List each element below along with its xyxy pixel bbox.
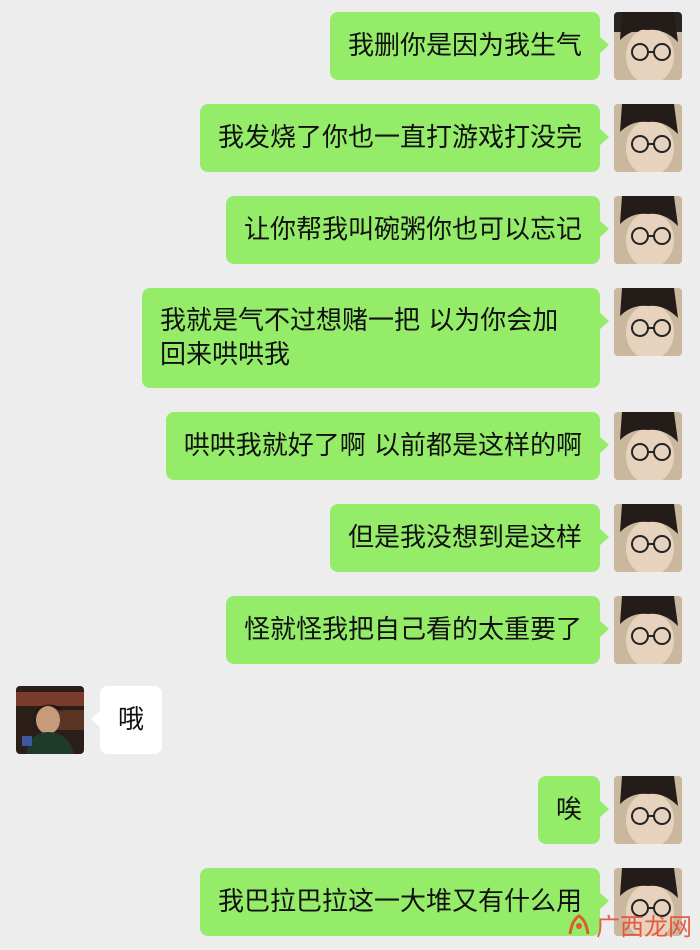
girl-avatar-icon	[614, 288, 682, 356]
message-row: 但是我没想到是这样	[0, 504, 700, 572]
girl-avatar-icon	[614, 504, 682, 572]
watermark-logo-icon	[568, 913, 590, 934]
message-row: 哦	[0, 686, 700, 754]
message-bubble-outgoing[interactable]: 怪就怪我把自己看的太重要了	[225, 596, 600, 664]
girl-avatar-icon	[614, 596, 682, 664]
girl-avatar[interactable]	[614, 412, 682, 480]
message-row: 哄哄我就好了啊 以前都是这样的啊	[0, 412, 700, 480]
bubble-tail	[599, 436, 609, 454]
bubble-tail	[599, 800, 609, 818]
girl-avatar-icon	[614, 196, 682, 264]
message-row: 怪就怪我把自己看的太重要了	[0, 596, 700, 664]
girl-avatar-icon	[614, 12, 682, 80]
message-bubble-outgoing[interactable]: 我删你是因为我生气	[329, 12, 600, 80]
message-bubble-outgoing[interactable]: 我发烧了你也一直打游戏打没完	[199, 104, 600, 172]
bubble-tail	[599, 128, 609, 146]
bubble-tail	[599, 528, 609, 546]
girl-avatar[interactable]	[614, 504, 682, 572]
girl-avatar-icon	[614, 104, 682, 172]
bubble-tail	[599, 620, 609, 638]
message-bubble-incoming[interactable]: 哦	[100, 686, 163, 754]
girl-avatar-icon	[614, 412, 682, 480]
watermark-text: 广西龙网	[596, 913, 692, 941]
bubble-tail	[599, 312, 609, 330]
message-bubble-outgoing[interactable]: 唉	[537, 776, 600, 844]
message-row: 唉	[0, 776, 700, 844]
message-bubble-outgoing[interactable]: 哄哄我就好了啊 以前都是这样的啊	[165, 412, 600, 480]
girl-avatar[interactable]	[614, 288, 682, 356]
message-bubble-outgoing[interactable]: 我就是气不过想赌一把 以为你会加回来哄哄我	[142, 288, 600, 388]
message-bubble-outgoing[interactable]: 我巴拉巴拉这一大堆又有什么用	[199, 868, 600, 936]
girl-avatar[interactable]	[614, 596, 682, 664]
girl-avatar-icon	[614, 776, 682, 844]
boy-avatar[interactable]	[16, 686, 84, 754]
chat-area: 我删你是因为我生气 我发烧了你也一直打游戏打没完 让你帮我叫碗粥你也可以忘记 我…	[0, 0, 700, 950]
bubble-tail	[599, 220, 609, 238]
bubble-tail	[599, 36, 609, 54]
boy-avatar-icon	[16, 686, 84, 754]
message-row: 我删你是因为我生气	[0, 12, 700, 80]
message-bubble-outgoing[interactable]: 让你帮我叫碗粥你也可以忘记	[225, 196, 600, 264]
message-row: 我就是气不过想赌一把 以为你会加回来哄哄我	[0, 288, 700, 388]
girl-avatar[interactable]	[614, 104, 682, 172]
watermark: 广西龙网	[566, 907, 692, 942]
girl-avatar[interactable]	[614, 196, 682, 264]
message-row: 我发烧了你也一直打游戏打没完	[0, 104, 700, 172]
girl-avatar[interactable]	[614, 12, 682, 80]
girl-avatar[interactable]	[614, 776, 682, 844]
message-bubble-outgoing[interactable]: 但是我没想到是这样	[329, 504, 600, 572]
message-row: 让你帮我叫碗粥你也可以忘记	[0, 196, 700, 264]
